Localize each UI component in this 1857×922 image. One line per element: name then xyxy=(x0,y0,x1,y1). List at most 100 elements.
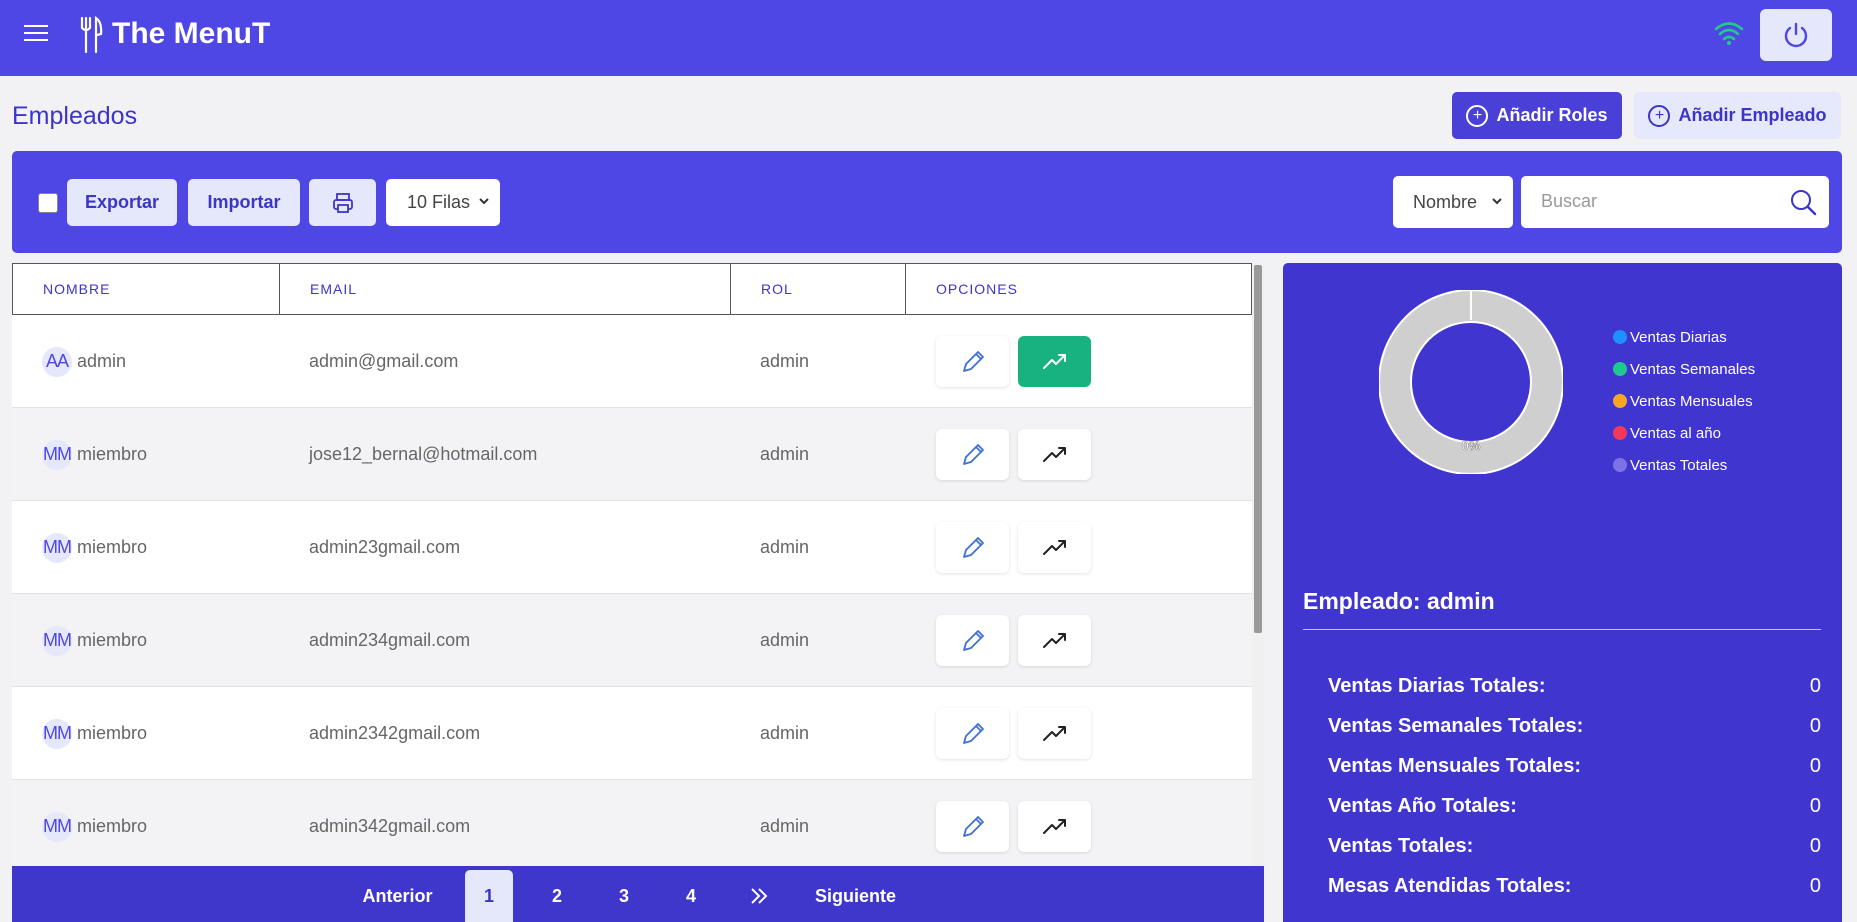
search-input[interactable] xyxy=(1541,191,1771,212)
table-header: NOMBRE EMAIL ROL OPCIONES xyxy=(12,263,1252,315)
employee-name: admin xyxy=(77,351,127,371)
email-cell: admin2342gmail.com xyxy=(309,723,481,743)
wifi-icon xyxy=(1714,22,1744,45)
stat-label: Ventas Semanales Totales: xyxy=(1328,714,1584,737)
employee-name: miembro xyxy=(77,630,148,650)
search-field-value: Nombre xyxy=(1413,191,1478,212)
scrollbar-thumb[interactable] xyxy=(1254,265,1262,633)
menu-icon[interactable] xyxy=(24,25,48,45)
rows-per-page-select[interactable]: 10 Filas xyxy=(386,179,500,226)
pagination-jump-forward[interactable] xyxy=(735,870,783,922)
legend-label: Ventas Semanales xyxy=(1630,360,1756,378)
donut-center-label: 0% xyxy=(1462,438,1481,453)
column-header-role[interactable]: ROL xyxy=(731,264,906,314)
legend-dot-yearly xyxy=(1613,426,1627,440)
employee-name: miembro xyxy=(77,537,148,557)
edit-button[interactable] xyxy=(936,522,1009,573)
stat-label: Mesas Atendidas Totales: xyxy=(1328,874,1572,897)
select-all-checkbox[interactable] xyxy=(38,193,58,213)
plus-circle-icon: + xyxy=(1466,104,1489,127)
stat-label: Ventas Año Totales: xyxy=(1328,794,1517,817)
export-button[interactable]: Exportar xyxy=(67,179,177,226)
employee-stats-panel: 0% Ventas Diarias Ventas Semanales Venta… xyxy=(1283,263,1842,922)
edit-button[interactable] xyxy=(936,336,1009,387)
legend-dot-monthly xyxy=(1613,394,1627,408)
legend-item[interactable]: Ventas Totales xyxy=(1613,449,1755,481)
print-button[interactable] xyxy=(309,179,376,226)
search-box[interactable] xyxy=(1521,176,1829,228)
legend-item[interactable]: Ventas Semanales xyxy=(1613,353,1755,385)
table-row[interactable]: MM miembro admin342gmail.com admin xyxy=(12,780,1252,866)
stat-value: 0 xyxy=(1809,794,1821,817)
search-field-select[interactable]: Nombre xyxy=(1393,176,1513,228)
legend-item[interactable]: Ventas Diarias xyxy=(1613,321,1755,353)
pencil-icon xyxy=(962,350,984,372)
column-header-email[interactable]: EMAIL xyxy=(280,264,731,314)
employee-name: miembro xyxy=(77,723,148,743)
legend-dot-weekly xyxy=(1613,362,1627,376)
table-row[interactable]: MM miembro admin2342gmail.com admin xyxy=(12,687,1252,780)
stat-value: 0 xyxy=(1809,674,1821,697)
stat-label: Ventas Totales: xyxy=(1328,834,1474,857)
column-header-name[interactable]: NOMBRE xyxy=(13,264,280,314)
pagination-previous[interactable]: Anterior xyxy=(345,870,450,922)
edit-button[interactable] xyxy=(936,615,1009,666)
stat-value: 0 xyxy=(1809,714,1821,737)
stats-button[interactable] xyxy=(1018,336,1091,387)
legend-item[interactable]: Ventas al año xyxy=(1613,417,1755,449)
table-row[interactable]: MM miembro admin234gmail.com admin xyxy=(12,594,1252,687)
stat-value: 0 xyxy=(1809,834,1821,857)
chevron-down-icon xyxy=(479,198,489,205)
import-button[interactable]: Importar xyxy=(188,179,300,226)
legend-label: Ventas Diarias xyxy=(1630,328,1727,346)
stat-value: 0 xyxy=(1809,754,1821,777)
stats-button[interactable] xyxy=(1018,708,1091,759)
search-icon[interactable] xyxy=(1789,188,1817,216)
name-cell: MM miembro xyxy=(42,780,147,866)
role-cell: admin xyxy=(760,723,810,743)
role-cell: admin xyxy=(760,816,810,836)
pagination-page-2[interactable]: 2 xyxy=(533,870,581,922)
divider xyxy=(1303,629,1821,630)
edit-button[interactable] xyxy=(936,801,1009,852)
employees-table: NOMBRE EMAIL ROL OPCIONES AA admin admin@g… xyxy=(12,263,1264,866)
email-cell: admin@gmail.com xyxy=(309,351,459,371)
legend-item[interactable]: Ventas Mensuales xyxy=(1613,385,1755,417)
pencil-icon xyxy=(962,536,984,558)
double-chevron-right-icon xyxy=(751,888,768,904)
trending-up-icon xyxy=(1042,353,1066,369)
add-employee-button[interactable]: + Añadir Empleado xyxy=(1634,92,1841,139)
edit-button[interactable] xyxy=(936,429,1009,480)
fork-knife-icon xyxy=(80,16,103,54)
pencil-icon xyxy=(962,722,984,744)
table-scrollbar[interactable] xyxy=(1252,263,1264,866)
stats-button[interactable] xyxy=(1018,522,1091,573)
pagination-next[interactable]: Siguiente xyxy=(798,870,913,922)
legend-dot-total xyxy=(1613,458,1627,472)
page-title: Empleados xyxy=(12,102,138,130)
column-header-options: OPCIONES xyxy=(936,281,1018,297)
edit-button[interactable] xyxy=(936,708,1009,759)
pagination-page-3[interactable]: 3 xyxy=(600,870,648,922)
table-row[interactable]: AA admin admin@gmail.com admin xyxy=(12,315,1252,408)
add-roles-button[interactable]: + Añadir Roles xyxy=(1452,92,1622,139)
avatar: AA xyxy=(42,346,72,377)
stats-button[interactable] xyxy=(1018,801,1091,852)
table-row[interactable]: MM miembro admin23gmail.com admin xyxy=(12,501,1252,594)
pagination-page-4[interactable]: 4 xyxy=(667,870,715,922)
stats-button[interactable] xyxy=(1018,429,1091,480)
sales-donut-chart: 0% xyxy=(1379,290,1563,474)
name-cell: MM miembro xyxy=(42,594,147,687)
stats-button[interactable] xyxy=(1018,615,1091,666)
power-button[interactable] xyxy=(1760,9,1832,61)
pagination-page-1[interactable]: 1 xyxy=(465,870,513,922)
table-row[interactable]: MM miembro jose12_bernal@hotmail.com admin xyxy=(12,408,1252,501)
trending-up-icon xyxy=(1042,632,1066,648)
role-cell: admin xyxy=(760,351,810,371)
legend-label: Ventas Totales xyxy=(1630,456,1728,474)
stat-row: Ventas Diarias Totales: 0 xyxy=(1328,666,1821,706)
stat-row: Ventas Año Totales: 0 xyxy=(1328,786,1821,826)
printer-icon xyxy=(332,192,353,213)
trending-up-icon xyxy=(1042,725,1066,741)
employee-title: Empleado: admin xyxy=(1303,588,1495,614)
